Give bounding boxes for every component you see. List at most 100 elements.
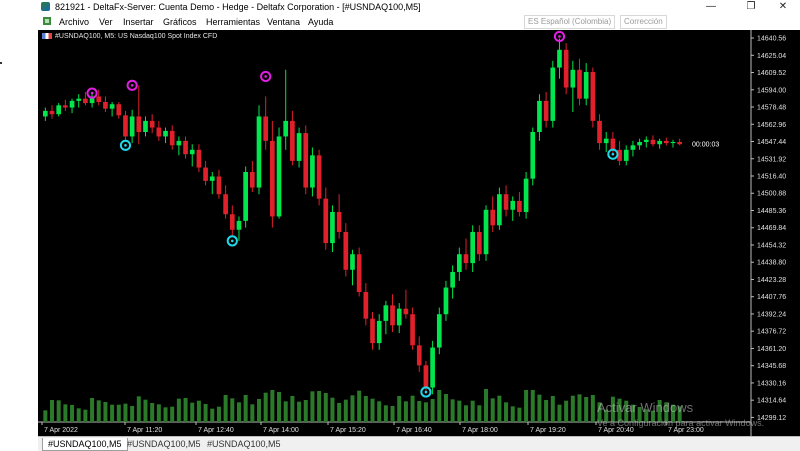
volume-bar [297,401,302,422]
candle-bull [43,110,48,117]
candle-bear [103,102,108,109]
volume-bar [390,406,395,422]
volume-bar [183,398,188,422]
menu-item-ventana[interactable]: Ventana [267,17,300,27]
volume-bar [457,400,462,422]
candle-bull [69,100,75,108]
window-title: 821921 - DeltaFx-Server: Cuenta Demo - H… [55,2,421,12]
candle-bull [76,98,82,101]
stray-dot [0,62,2,64]
volume-bar [450,399,455,422]
maximize-button[interactable]: ❐ [736,0,766,14]
candle-bull [443,287,449,315]
candle-bull [436,314,442,348]
candle-bull [209,176,215,181]
app-icon [41,2,50,11]
volume-bar [484,389,489,422]
candle-bull [630,145,636,150]
candle-bear [343,232,349,270]
candle-bear [323,198,329,244]
volume-bar [150,403,155,422]
volume-bar [203,404,208,422]
title-bar: 821921 - DeltaFx-Server: Cuenta Demo - H… [38,0,800,14]
candle-bull [670,142,676,144]
time-tick-label: 7 Apr 2022 [44,427,78,434]
volume-bar [564,400,569,422]
language-indicator[interactable]: ES Español (Colombia) [524,15,616,29]
chart-menu-icon[interactable] [42,16,52,26]
candle-bull [350,254,355,270]
volume-bar [330,397,335,422]
tab-chart-3[interactable]: #USNDAQ100,M5 [202,438,286,450]
price-tick-label: 14469.84 [757,225,786,232]
minimize-button[interactable]: — [696,0,726,14]
time-tick-label: 7 Apr 12:40 [198,427,234,434]
menu-item-graficos[interactable]: Gráficos [163,17,197,27]
chart-window[interactable]: 14640.56 14625.04 14609.52 14594.00 14578.48… [38,30,800,436]
price-tick-label: 14330.16 [757,380,786,387]
fractal-marker-dot [611,152,615,156]
menu-item-ver[interactable]: Ver [99,17,113,27]
volume-bar [216,406,221,422]
volume-bar [510,406,515,422]
volume-bar [590,395,595,422]
candle-bull [623,149,629,161]
volume-bar [530,390,535,422]
volume-bar [130,406,135,422]
volume-bar [110,404,115,422]
volume-bar [403,401,408,422]
price-tick-label: 14407.76 [757,294,786,301]
candle-bear [490,209,496,226]
tab-chart-1[interactable]: #USNDAQ100,M5 [42,438,128,451]
volume-bar [410,395,415,422]
candle-bull [56,105,62,115]
candle-bull [637,142,642,146]
volume-bar [310,391,315,422]
price-tick-label: 14438.80 [757,260,786,267]
candle-bear [590,72,596,121]
volume-bar [317,391,322,422]
candle-bull [523,178,529,212]
candle-bull [129,116,135,137]
price-tick-label: 14531.92 [757,156,786,163]
volume-bar [190,402,195,422]
volume-bar [584,397,589,422]
candle-bull [450,272,455,288]
volume-bar [524,390,529,422]
candle-bear [610,138,616,150]
volume-bar [103,402,108,422]
volume-bar [143,399,148,422]
volume-bar [50,400,55,422]
menu-item-archivo[interactable]: Archivo [59,17,89,27]
candle-bear [650,139,656,145]
volume-bar [250,404,255,422]
windows-activation-subtitle: Ve a Configuración para activar Windows. [597,418,765,428]
volume-bar [350,395,355,422]
volume-bar [517,407,522,422]
menu-item-ayuda[interactable]: Ayuda [308,17,333,27]
volume-bar [290,396,295,422]
candle-bull [383,305,389,321]
tab-chart-2[interactable]: #USNDAQ100,M5 [122,438,206,450]
volume-bar [263,392,268,422]
volume-bar [303,400,308,422]
candle-bull [430,347,435,388]
candle-bear [416,345,422,366]
volume-bar [63,404,68,422]
candle-bull [376,320,382,344]
candle-bear [196,149,202,168]
candle-bear [543,100,549,121]
price-chart[interactable]: 14640.56 14625.04 14609.52 14594.00 14578.48… [38,30,800,436]
close-button[interactable]: ✕ [768,0,798,14]
menu-item-herramientas[interactable]: Herramientas [206,17,260,27]
candle-bull [510,200,516,210]
candle-bear [149,120,155,128]
chart-symbol-text: #USNDAQ100, M5: US Nasdaq100 Spot Index … [55,33,218,40]
menu-item-insertar[interactable]: Insertar [123,17,154,27]
candle-bull [603,138,609,144]
candle-bull [570,69,576,88]
candle-bull [483,209,489,255]
candle-bull [470,232,476,264]
correction-field[interactable]: Corrección [620,15,667,29]
volume-bar [557,404,562,422]
